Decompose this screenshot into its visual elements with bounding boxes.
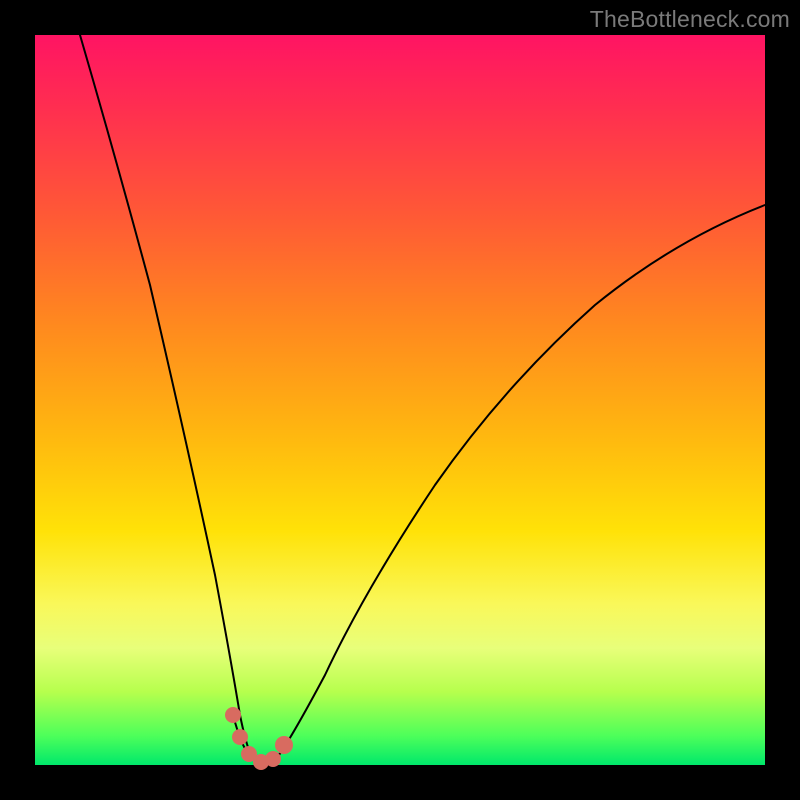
watermark-label: TheBottleneck.com xyxy=(590,6,790,33)
marker-dot xyxy=(275,736,293,754)
marker-dot xyxy=(265,751,281,767)
marker-dot xyxy=(225,707,241,723)
curve-svg xyxy=(35,35,765,765)
curve-left xyxy=(80,35,250,753)
curve-right xyxy=(279,205,765,755)
marker-dot xyxy=(232,729,248,745)
plot-area xyxy=(35,35,765,765)
chart-frame: TheBottleneck.com xyxy=(0,0,800,800)
